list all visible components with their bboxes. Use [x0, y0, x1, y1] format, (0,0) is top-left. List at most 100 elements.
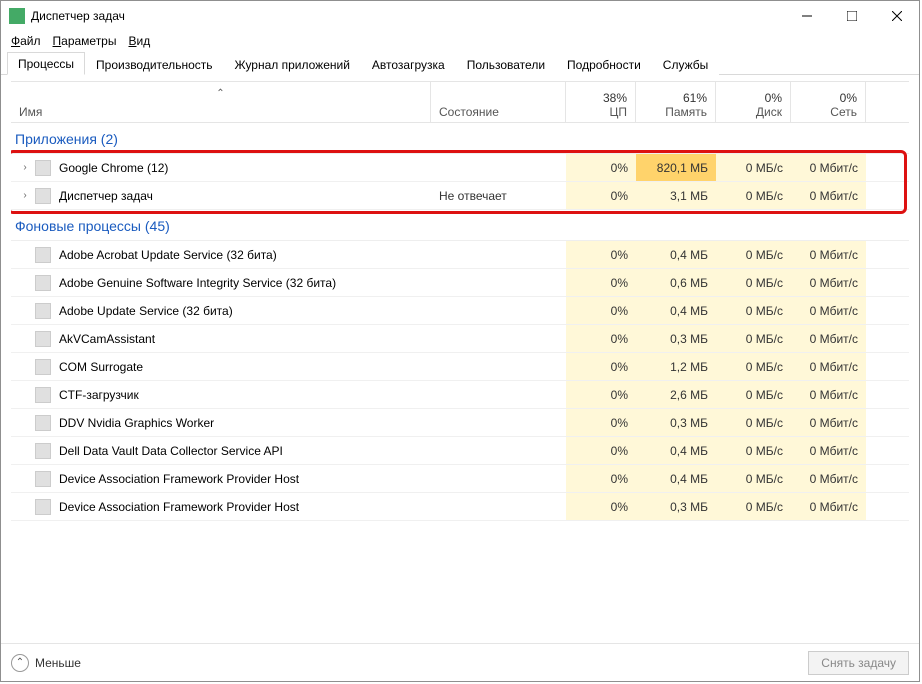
table-row[interactable]: Adobe Acrobat Update Service (32 бита)0%…: [11, 241, 909, 269]
table-row[interactable]: CTF-загрузчик0%2,6 МБ0 МБ/с0 Мбит/с: [11, 381, 909, 409]
process-icon: [35, 443, 51, 459]
tab-startup[interactable]: Автозагрузка: [361, 53, 456, 75]
cell-network: 0 Мбит/с: [791, 325, 866, 352]
menu-options[interactable]: Параметры: [47, 32, 123, 50]
mem-label: Память: [665, 105, 707, 119]
cell-name: DDV Nvidia Graphics Worker: [11, 409, 431, 436]
disk-label: Диск: [756, 105, 782, 119]
process-name: Device Association Framework Provider Ho…: [59, 500, 299, 514]
process-icon: [35, 359, 51, 375]
process-name: DDV Nvidia Graphics Worker: [59, 416, 214, 430]
cell-cpu: 0%: [566, 325, 636, 352]
menu-view[interactable]: Вид: [122, 32, 156, 50]
cell-memory: 0,4 МБ: [636, 437, 716, 464]
menubar: Файл Параметры Вид: [1, 31, 919, 51]
cell-name: Adobe Update Service (32 бита): [11, 297, 431, 324]
process-icon: [35, 275, 51, 291]
cell-state: [431, 297, 566, 324]
cell-state: [431, 381, 566, 408]
tab-details[interactable]: Подробности: [556, 53, 652, 75]
col-network[interactable]: 0% Сеть: [791, 82, 866, 122]
cell-network: 0 Мбит/с: [791, 437, 866, 464]
menu-file[interactable]: Файл: [5, 32, 47, 50]
cell-disk: 0 МБ/с: [716, 269, 791, 296]
close-button[interactable]: [874, 1, 919, 31]
cell-name: CTF-загрузчик: [11, 381, 431, 408]
minimize-icon: [802, 11, 812, 21]
col-state[interactable]: Состояние: [431, 82, 566, 122]
titlebar[interactable]: Диспетчер задач: [1, 1, 919, 31]
cell-network: 0 Мбит/с: [791, 409, 866, 436]
maximize-button[interactable]: [829, 1, 874, 31]
process-icon: [35, 160, 51, 176]
cell-disk: 0 МБ/с: [716, 297, 791, 324]
process-icon: [35, 387, 51, 403]
fewer-details-button[interactable]: ⌃ Меньше: [11, 654, 81, 672]
table-row[interactable]: Adobe Genuine Software Integrity Service…: [11, 269, 909, 297]
cell-network: 0 Мбит/с: [791, 241, 866, 268]
table-row[interactable]: Device Association Framework Provider Ho…: [11, 493, 909, 521]
process-icon: [35, 188, 51, 204]
col-name[interactable]: ⌃ Имя: [11, 82, 431, 122]
cell-cpu: 0%: [566, 269, 636, 296]
process-name: Adobe Update Service (32 бита): [59, 304, 233, 318]
table-row[interactable]: AkVCamAssistant0%0,3 МБ0 МБ/с0 Мбит/с: [11, 325, 909, 353]
task-manager-window: Диспетчер задач Файл Параметры Вид Проце…: [0, 0, 920, 682]
table-row[interactable]: Dell Data Vault Data Collector Service A…: [11, 437, 909, 465]
cell-cpu: 0%: [566, 409, 636, 436]
cell-memory: 0,4 МБ: [636, 241, 716, 268]
cell-disk: 0 МБ/с: [716, 241, 791, 268]
cell-name: Adobe Genuine Software Integrity Service…: [11, 269, 431, 296]
cell-state: [431, 437, 566, 464]
cell-disk: 0 МБ/с: [716, 437, 791, 464]
cell-memory: 0,6 МБ: [636, 269, 716, 296]
cell-state: [431, 325, 566, 352]
cell-network: 0 Мбит/с: [791, 182, 866, 209]
cell-memory: 0,3 МБ: [636, 493, 716, 520]
cell-network: 0 Мбит/с: [791, 154, 866, 181]
col-cpu[interactable]: 38% ЦП: [566, 82, 636, 122]
table-row[interactable]: ›Диспетчер задачНе отвечает0%3,1 МБ0 МБ/…: [11, 182, 909, 210]
cell-state: [431, 154, 566, 181]
expand-icon[interactable]: ›: [19, 162, 31, 173]
table-row[interactable]: DDV Nvidia Graphics Worker0%0,3 МБ0 МБ/с…: [11, 409, 909, 437]
process-icon: [35, 415, 51, 431]
table-row[interactable]: COM Surrogate0%1,2 МБ0 МБ/с0 Мбит/с: [11, 353, 909, 381]
process-icon: [35, 499, 51, 515]
process-icon: [35, 471, 51, 487]
process-name: Device Association Framework Provider Ho…: [59, 472, 299, 486]
col-name-label: Имя: [19, 105, 422, 119]
cell-cpu: 0%: [566, 297, 636, 324]
expand-icon[interactable]: ›: [19, 190, 31, 201]
process-list[interactable]: Приложения (2)›Google Chrome (12)0%820,1…: [11, 123, 909, 637]
group-header: Приложения (2): [11, 123, 909, 154]
process-name: Google Chrome (12): [59, 161, 168, 175]
process-icon: [35, 247, 51, 263]
process-name: Adobe Acrobat Update Service (32 бита): [59, 248, 277, 262]
tab-services[interactable]: Службы: [652, 53, 719, 75]
cpu-pct: 38%: [603, 91, 627, 105]
tab-app-history[interactable]: Журнал приложений: [224, 53, 361, 75]
end-task-button[interactable]: Снять задачу: [808, 651, 909, 675]
table-row[interactable]: Adobe Update Service (32 бита)0%0,4 МБ0 …: [11, 297, 909, 325]
cell-name: Device Association Framework Provider Ho…: [11, 465, 431, 492]
minimize-button[interactable]: [784, 1, 829, 31]
cell-memory: 0,3 МБ: [636, 409, 716, 436]
cell-network: 0 Мбит/с: [791, 493, 866, 520]
cell-cpu: 0%: [566, 493, 636, 520]
process-name: AkVCamAssistant: [59, 332, 155, 346]
tab-processes[interactable]: Процессы: [7, 52, 85, 75]
cell-memory: 3,1 МБ: [636, 182, 716, 209]
table-row[interactable]: ›Google Chrome (12)0%820,1 МБ0 МБ/с0 Мби…: [11, 154, 909, 182]
group-header: Фоновые процессы (45): [11, 210, 909, 241]
tab-performance[interactable]: Производительность: [85, 53, 223, 75]
cell-state: [431, 409, 566, 436]
fewer-details-label: Меньше: [35, 656, 81, 670]
table-row[interactable]: Device Association Framework Provider Ho…: [11, 465, 909, 493]
cell-name: Adobe Acrobat Update Service (32 бита): [11, 241, 431, 268]
cell-name: › Google Chrome (12): [11, 154, 431, 181]
col-disk[interactable]: 0% Диск: [716, 82, 791, 122]
col-memory[interactable]: 61% Память: [636, 82, 716, 122]
maximize-icon: [847, 11, 857, 21]
tab-users[interactable]: Пользователи: [456, 53, 556, 75]
